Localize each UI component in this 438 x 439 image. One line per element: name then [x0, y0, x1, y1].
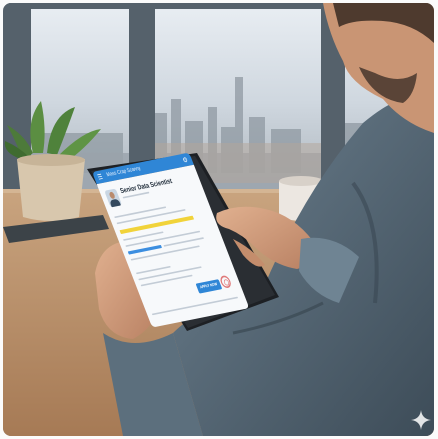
photo-frame: ☰ Mass Crap Scanny ⚙ Senior Data Scienti… — [3, 3, 434, 436]
gear-icon[interactable]: ⚙ — [181, 156, 189, 165]
sparkle-icon — [411, 410, 431, 430]
footer-line — [151, 296, 239, 316]
avatar — [104, 188, 123, 208]
text-line — [114, 206, 167, 219]
office-scene — [3, 3, 434, 436]
apply-now-button[interactable]: APPLY NOW — [195, 279, 223, 294]
highlight-yellow — [119, 215, 195, 235]
hamburger-icon[interactable]: ☰ — [96, 173, 104, 182]
